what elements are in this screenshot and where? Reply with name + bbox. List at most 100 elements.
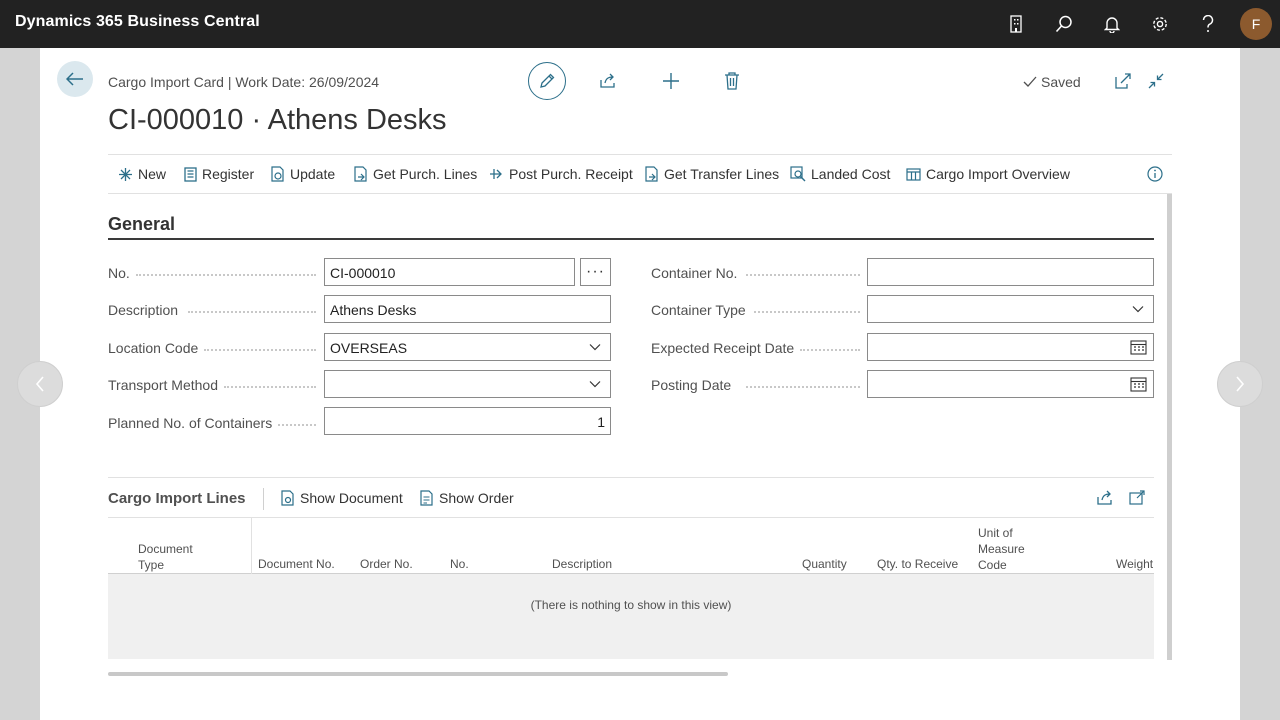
dot-leader <box>746 274 860 276</box>
add-button[interactable] <box>661 72 681 90</box>
action-update-label: Update <box>290 166 336 182</box>
action-landed-cost[interactable]: Landed Cost <box>790 166 890 182</box>
calendar-icon[interactable] <box>1130 339 1147 355</box>
planned-containers-field[interactable]: 1 <box>324 407 611 435</box>
transport-method-select[interactable] <box>324 370 611 398</box>
horizontal-scrollbar[interactable] <box>108 672 728 676</box>
column-description[interactable]: Description <box>552 556 612 572</box>
column-order-no[interactable]: Order No. <box>360 556 413 572</box>
calendar-icon[interactable] <box>1130 376 1147 392</box>
avatar[interactable]: F <box>1240 8 1272 40</box>
lines-grid-body: (There is nothing to show in this view) <box>108 574 1154 659</box>
empty-message: (There is nothing to show in this view) <box>530 598 732 612</box>
saved-status: Saved <box>1023 74 1081 90</box>
company-icon[interactable] <box>1004 12 1028 36</box>
expand-icon <box>1129 490 1145 505</box>
posting-date-field[interactable] <box>867 370 1154 398</box>
action-landed-cost-label: Landed Cost <box>811 166 891 182</box>
edit-button[interactable] <box>528 62 566 100</box>
app-title[interactable]: Dynamics 365 Business Central <box>15 13 260 31</box>
column-uom-line2: Measure <box>978 542 1025 556</box>
previous-record-button[interactable] <box>17 361 63 407</box>
post-icon <box>490 169 502 179</box>
section-title-general[interactable]: General <box>108 214 175 235</box>
action-bar: New Register Update Get Purch. Lines Pos… <box>108 154 1172 194</box>
chevron-left-icon <box>35 376 44 392</box>
dot-leader <box>278 424 316 426</box>
column-unit-of-measure-code[interactable]: Unit of Measure Code <box>978 525 1025 573</box>
show-document-button[interactable]: Show Document <box>281 490 403 506</box>
info-button[interactable] <box>1147 166 1163 182</box>
no-field[interactable]: CI-000010 <box>324 258 575 286</box>
back-button[interactable] <box>57 61 93 97</box>
share-button[interactable] <box>598 72 618 90</box>
gear-icon[interactable] <box>1148 12 1172 36</box>
column-divider <box>251 518 252 575</box>
container-type-select[interactable] <box>867 295 1154 323</box>
lines-expand-button[interactable] <box>1129 490 1145 506</box>
dot-leader <box>204 349 316 351</box>
container-no-label: Container No. <box>651 265 738 281</box>
column-quantity[interactable]: Quantity <box>802 556 847 572</box>
lines-separator <box>263 488 264 510</box>
vertical-scrollbar[interactable] <box>1167 194 1172 660</box>
lines-divider <box>108 477 1154 478</box>
action-register[interactable]: Register <box>184 166 254 182</box>
container-type-label: Container Type <box>651 302 746 318</box>
next-record-button[interactable] <box>1217 361 1263 407</box>
dot-leader <box>188 311 316 313</box>
lines-share-button[interactable] <box>1096 490 1114 506</box>
section-divider <box>108 238 1154 240</box>
action-get-transfer-lines[interactable]: Get Transfer Lines <box>645 166 779 182</box>
plus-icon <box>663 73 679 89</box>
collapse-button[interactable] <box>1147 72 1165 90</box>
expected-receipt-date-field[interactable] <box>867 333 1154 361</box>
action-cargo-import-overview[interactable]: Cargo Import Overview <box>906 166 1070 182</box>
location-code-select[interactable]: OVERSEAS <box>324 333 611 361</box>
container-no-field[interactable] <box>867 258 1154 286</box>
dot-leader <box>800 349 860 351</box>
action-update[interactable]: Update <box>271 166 335 182</box>
action-new[interactable]: New <box>118 166 166 182</box>
chevron-down-icon <box>589 344 601 351</box>
action-get-transfer-lines-label: Get Transfer Lines <box>664 166 780 182</box>
share-icon <box>600 73 615 88</box>
help-icon[interactable] <box>1196 12 1220 36</box>
show-order-button[interactable]: Show Order <box>420 490 514 506</box>
bell-icon[interactable] <box>1100 12 1124 36</box>
back-arrow-icon <box>66 72 83 86</box>
posting-date-label: Posting Date <box>651 377 732 393</box>
show-order-label: Show Order <box>439 490 514 506</box>
lines-grid-header: Document Type Document No. Order No. No.… <box>108 517 1154 575</box>
column-qty-to-receive[interactable]: Qty. to Receive <box>877 556 958 572</box>
column-document-type[interactable]: Document Type <box>138 541 193 573</box>
column-document-no[interactable]: Document No. <box>258 556 335 572</box>
action-cargo-import-overview-label: Cargo Import Overview <box>926 166 1070 182</box>
lines-title[interactable]: Cargo Import Lines <box>108 490 246 507</box>
get-lines-icon <box>354 166 367 182</box>
search-icon[interactable] <box>1052 12 1076 36</box>
location-code-value: OVERSEAS <box>330 340 408 356</box>
show-document-label: Show Document <box>300 490 403 506</box>
action-register-label: Register <box>202 166 255 182</box>
column-no[interactable]: No. <box>450 556 469 572</box>
delete-button[interactable] <box>722 71 742 91</box>
action-get-purch-lines[interactable]: Get Purch. Lines <box>354 166 477 182</box>
open-new-window-icon <box>1115 73 1131 89</box>
action-new-label: New <box>138 166 167 182</box>
no-assist-button[interactable]: ··· <box>580 258 611 286</box>
open-new-window-button[interactable] <box>1114 72 1132 90</box>
landed-cost-icon <box>790 166 806 182</box>
order-icon <box>420 490 433 506</box>
overview-icon <box>906 167 921 181</box>
dot-leader <box>754 311 860 313</box>
description-label: Description <box>108 302 179 318</box>
info-icon <box>1147 166 1163 182</box>
collapse-icon <box>1148 73 1164 89</box>
column-uom-line1: Unit of <box>978 526 1013 540</box>
description-field[interactable]: Athens Desks <box>324 295 611 323</box>
trash-icon <box>725 72 739 90</box>
action-post-purch-receipt[interactable]: Post Purch. Receipt <box>489 166 633 182</box>
pencil-icon <box>540 73 555 88</box>
column-weight[interactable]: Weight <box>1116 556 1153 572</box>
